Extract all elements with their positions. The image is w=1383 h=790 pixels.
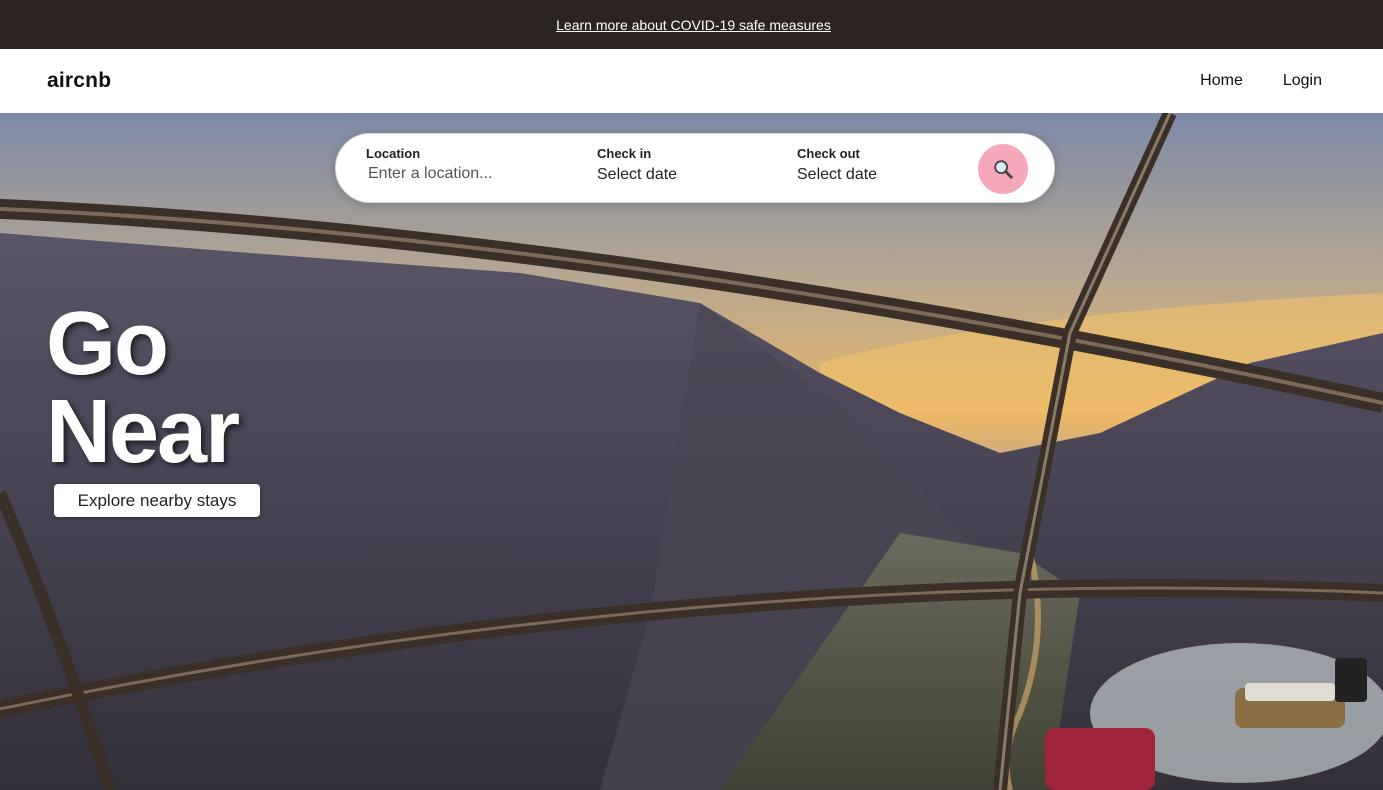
- checkin-field[interactable]: Check in Select date: [597, 146, 677, 184]
- hero-section: Go Near Explore nearby stays: [0, 113, 1383, 790]
- search-button[interactable]: [978, 144, 1028, 194]
- location-input[interactable]: [366, 165, 566, 183]
- checkin-label: Check in: [597, 146, 652, 161]
- checkin-value[interactable]: Select date: [597, 166, 677, 184]
- location-field[interactable]: Location: [366, 146, 566, 183]
- search-icon: [994, 160, 1013, 179]
- covid-banner: Learn more about COVID-19 safe measures: [0, 0, 1383, 49]
- checkout-field[interactable]: Check out Select date: [797, 146, 877, 184]
- hero-headline: Go Near: [46, 294, 240, 482]
- main-nav: Home Login: [1200, 72, 1322, 90]
- location-label: Location: [366, 146, 421, 161]
- nav-login-link[interactable]: Login: [1283, 72, 1322, 90]
- search-bar: Location Check in Select date Check out …: [335, 133, 1055, 203]
- checkout-value[interactable]: Select date: [797, 166, 877, 184]
- checkout-label: Check out: [797, 146, 860, 161]
- headline-line-2: Near: [46, 382, 240, 482]
- nav-home-link[interactable]: Home: [1200, 72, 1243, 90]
- headline-line-1: Go: [46, 294, 169, 394]
- covid-info-link[interactable]: Learn more about COVID-19 safe measures: [556, 17, 831, 33]
- explore-nearby-button[interactable]: Explore nearby stays: [54, 484, 260, 517]
- site-header: aircnb Home Login: [0, 49, 1383, 113]
- logo[interactable]: aircnb: [47, 69, 111, 93]
